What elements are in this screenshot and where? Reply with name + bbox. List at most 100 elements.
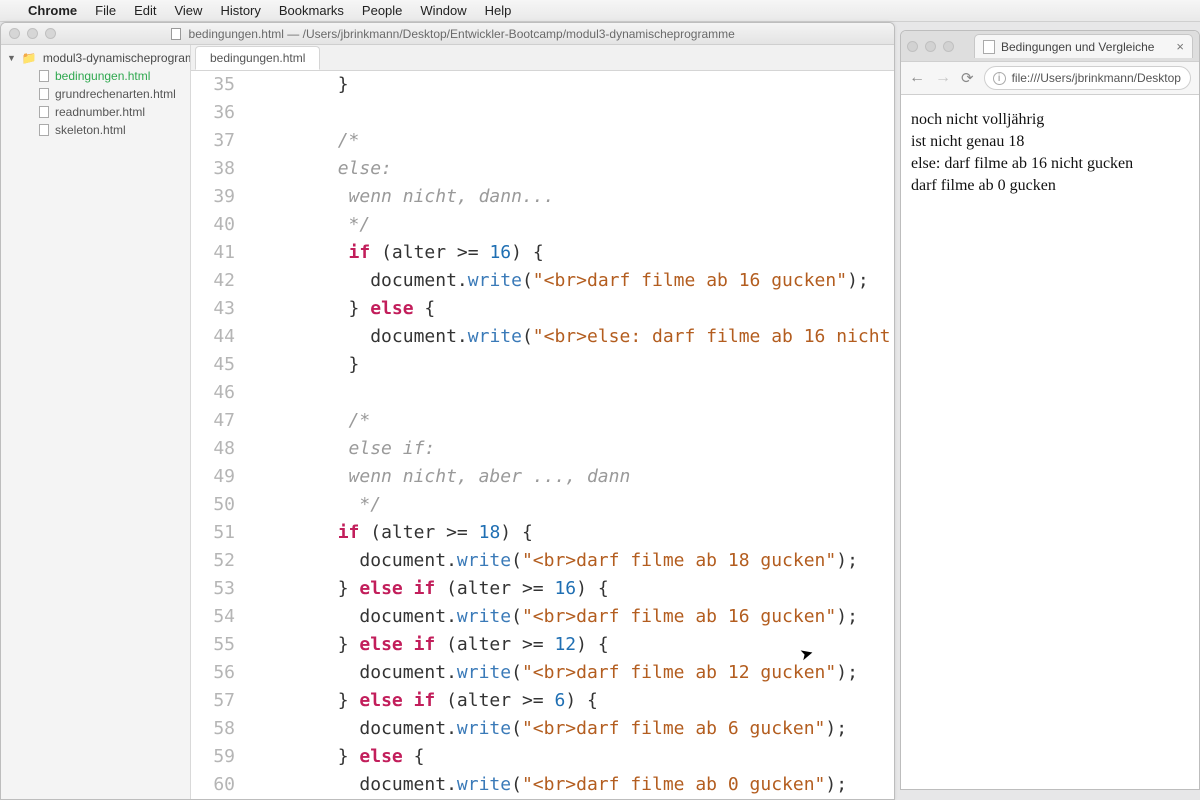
line-number: 43 <box>191 295 235 323</box>
menu-people[interactable]: People <box>362 3 402 18</box>
back-button-icon[interactable]: ← <box>909 69 925 87</box>
code-line[interactable]: } else { <box>251 295 894 323</box>
folder-name: modul3-dynamischeprogramm <box>43 51 190 65</box>
site-info-icon[interactable]: i <box>993 72 1006 85</box>
browser-tab[interactable]: Bedingungen und Vergleiche × <box>974 34 1193 58</box>
address-bar[interactable]: i file:///Users/jbrinkmann/Desktop <box>984 66 1191 90</box>
tab-close-icon[interactable]: × <box>1176 39 1184 54</box>
line-number: 46 <box>191 379 235 407</box>
line-number: 51 <box>191 519 235 547</box>
line-number-gutter: 3536373839404142434445464748495051525354… <box>191 71 245 799</box>
line-number: 45 <box>191 351 235 379</box>
close-icon[interactable] <box>9 28 20 39</box>
code-line[interactable]: if (alter >= 16) { <box>251 239 894 267</box>
code-line[interactable]: */ <box>251 491 894 519</box>
zoom-icon[interactable] <box>45 28 56 39</box>
code-line[interactable]: document.write("<br>darf filme ab 6 guck… <box>251 715 894 743</box>
line-number: 47 <box>191 407 235 435</box>
code-editor[interactable]: 3536373839404142434445464748495051525354… <box>191 71 894 799</box>
minimize-icon[interactable] <box>925 41 936 52</box>
line-number: 56 <box>191 659 235 687</box>
code-line[interactable]: wenn nicht, dann... <box>251 183 894 211</box>
line-number: 38 <box>191 155 235 183</box>
line-number: 53 <box>191 575 235 603</box>
editor-tab[interactable]: bedingungen.html <box>195 46 320 70</box>
menu-edit[interactable]: Edit <box>134 3 156 18</box>
browser-tab-title: Bedingungen und Vergleiche <box>1001 40 1170 54</box>
editor-window-title: bedingungen.html — /Users/jbrinkmann/Des… <box>68 27 838 41</box>
code-line[interactable]: document.write("<br>darf filme ab 16 guc… <box>251 267 894 295</box>
code-content[interactable]: } /* else: wenn nicht, dann... */ if (al… <box>245 71 894 799</box>
file-icon <box>39 106 49 118</box>
editor-titlebar[interactable]: bedingungen.html — /Users/jbrinkmann/Des… <box>1 23 894 45</box>
active-app-name[interactable]: Chrome <box>28 3 77 18</box>
code-line[interactable]: document.write("<br>darf filme ab 0 guck… <box>251 771 894 799</box>
line-number: 35 <box>191 71 235 99</box>
minimize-icon[interactable] <box>27 28 38 39</box>
editor-traffic-lights[interactable] <box>9 28 56 39</box>
address-bar-url: file:///Users/jbrinkmann/Desktop <box>1012 71 1181 85</box>
file-icon <box>39 70 49 82</box>
code-line[interactable] <box>251 99 894 127</box>
code-line[interactable]: */ <box>251 211 894 239</box>
file-tree-sidebar[interactable]: ▼ 📁 modul3-dynamischeprogramm bedingunge… <box>1 45 191 799</box>
file-row[interactable]: grundrechenarten.html <box>1 85 190 103</box>
file-row[interactable]: bedingungen.html <box>1 67 190 85</box>
menu-bookmarks[interactable]: Bookmarks <box>279 3 344 18</box>
line-number: 57 <box>191 687 235 715</box>
line-number: 55 <box>191 631 235 659</box>
output-line: ist nicht genau 18 <box>911 131 1189 153</box>
code-line[interactable]: if (alter >= 18) { <box>251 519 894 547</box>
line-number: 36 <box>191 99 235 127</box>
browser-toolbar: ← → ⟳ i file:///Users/jbrinkmann/Desktop <box>901 61 1199 95</box>
file-name: bedingungen.html <box>55 69 150 83</box>
menu-window[interactable]: Window <box>420 3 466 18</box>
code-line[interactable]: /* <box>251 407 894 435</box>
folder-icon: 📁 <box>22 51 37 65</box>
file-name: skeleton.html <box>55 123 126 137</box>
menu-help[interactable]: Help <box>485 3 512 18</box>
file-row[interactable]: skeleton.html <box>1 121 190 139</box>
disclosure-triangle-icon[interactable]: ▼ <box>7 53 16 63</box>
folder-row[interactable]: ▼ 📁 modul3-dynamischeprogramm <box>1 49 190 67</box>
code-line[interactable] <box>251 379 894 407</box>
code-line[interactable]: } <box>251 71 894 99</box>
code-line[interactable]: document.write("<br>darf filme ab 16 guc… <box>251 603 894 631</box>
file-row[interactable]: readnumber.html <box>1 103 190 121</box>
close-icon[interactable] <box>907 41 918 52</box>
code-line[interactable]: } else if (alter >= 16) { <box>251 575 894 603</box>
code-line[interactable]: } else if (alter >= 6) { <box>251 687 894 715</box>
macos-menubar[interactable]: Chrome File Edit View History Bookmarks … <box>0 0 1200 22</box>
file-name: readnumber.html <box>55 105 145 119</box>
browser-window: Bedingungen und Vergleiche × ← → ⟳ i fil… <box>900 30 1200 790</box>
reload-button-icon[interactable]: ⟳ <box>961 69 974 87</box>
browser-tabbar[interactable]: Bedingungen und Vergleiche × <box>901 31 1199 61</box>
code-line[interactable]: document.write("<br>darf filme ab 18 guc… <box>251 547 894 575</box>
code-line[interactable]: document.write("<br>else: darf filme ab … <box>251 323 894 351</box>
editor-window: bedingungen.html — /Users/jbrinkmann/Des… <box>0 22 895 800</box>
menu-view[interactable]: View <box>174 3 202 18</box>
file-icon <box>39 88 49 100</box>
menu-history[interactable]: History <box>220 3 260 18</box>
code-line[interactable]: else: <box>251 155 894 183</box>
code-line[interactable]: wenn nicht, aber ..., dann <box>251 463 894 491</box>
browser-viewport[interactable]: noch nicht volljährigist nicht genau 18e… <box>901 95 1199 789</box>
code-line[interactable]: } else { <box>251 743 894 771</box>
line-number: 50 <box>191 491 235 519</box>
code-line[interactable]: /* <box>251 127 894 155</box>
code-line[interactable]: } <box>251 351 894 379</box>
line-number: 44 <box>191 323 235 351</box>
line-number: 54 <box>191 603 235 631</box>
code-line[interactable]: document.write("<br>darf filme ab 12 guc… <box>251 659 894 687</box>
forward-button-icon[interactable]: → <box>935 69 951 87</box>
browser-traffic-lights[interactable] <box>907 41 954 52</box>
menu-file[interactable]: File <box>95 3 116 18</box>
code-line[interactable]: else if: <box>251 435 894 463</box>
file-icon <box>39 124 49 136</box>
output-line: noch nicht volljährig <box>911 109 1189 131</box>
editor-tabbar[interactable]: bedingungen.html <box>191 45 894 71</box>
line-number: 49 <box>191 463 235 491</box>
output-line: darf filme ab 0 gucken <box>911 175 1189 197</box>
line-number: 40 <box>191 211 235 239</box>
zoom-icon[interactable] <box>943 41 954 52</box>
